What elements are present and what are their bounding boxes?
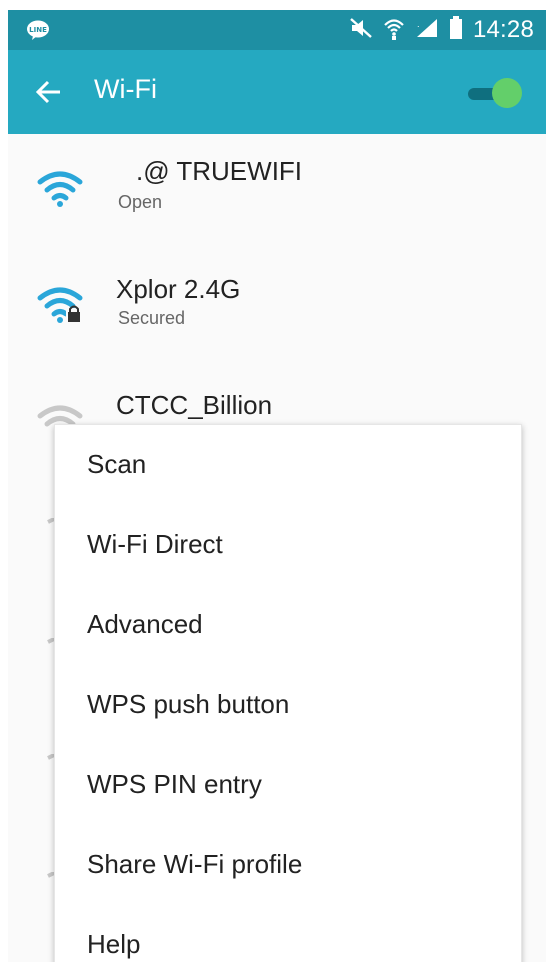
svg-text:LINE: LINE <box>29 26 47 34</box>
app-bar: Wi-Fi <box>8 50 546 134</box>
menu-item-label: WPS push button <box>87 689 290 719</box>
wifi-status-icon <box>383 16 405 45</box>
menu-item-label: Wi-Fi Direct <box>87 529 223 559</box>
menu-item-advanced[interactable]: Advanced <box>55 585 521 665</box>
status-icons: . 14:28 <box>349 15 534 45</box>
menu-item-help[interactable]: Help <box>55 905 521 962</box>
wifi-toggle[interactable] <box>468 76 524 110</box>
network-item[interactable]: Xplor 2.4G Secured <box>8 250 546 366</box>
line-icon: LINE <box>26 20 50 40</box>
arrow-left-icon <box>35 80 60 104</box>
network-name: Xplor 2.4G <box>116 274 241 304</box>
back-button[interactable] <box>34 76 66 108</box>
network-name: .@ TRUEWIFI <box>136 156 303 186</box>
menu-item-label: Help <box>87 929 141 959</box>
overflow-menu: Scan Wi-Fi Direct Advanced WPS push butt… <box>54 424 522 962</box>
device-frame: LINE . 14:28 Wi-Fi .@ TRUEWIFI Open Xplo… <box>0 0 546 962</box>
menu-item-scan[interactable]: Scan <box>55 425 521 505</box>
menu-item-label: WPS PIN entry <box>87 769 262 799</box>
wifi-open-icon <box>36 168 84 208</box>
menu-item-wps-push-button[interactable]: WPS push button <box>55 665 521 745</box>
status-time: 14:28 <box>472 16 534 43</box>
network-status: Open <box>118 192 163 212</box>
toggle-thumb <box>492 78 522 108</box>
menu-item-label: Scan <box>87 449 147 479</box>
menu-item-wps-pin-entry[interactable]: WPS PIN entry <box>55 745 521 825</box>
network-name: CTCC_Billion <box>116 390 273 420</box>
network-status: Secured <box>118 308 186 328</box>
page-title: Wi-Fi <box>94 74 157 104</box>
menu-item-label: Advanced <box>87 609 203 639</box>
battery-icon <box>449 15 463 45</box>
screen-border <box>0 0 8 962</box>
status-bar: LINE . 14:28 <box>8 10 546 50</box>
mute-icon <box>349 17 373 44</box>
signal-icon: . <box>415 17 439 44</box>
network-item[interactable]: .@ TRUEWIFI Open <box>8 134 546 250</box>
menu-item-label: Share Wi-Fi profile <box>87 849 303 879</box>
svg-text:.: . <box>417 20 420 29</box>
phone-screen: LINE . 14:28 Wi-Fi .@ TRUEWIFI Open Xplo… <box>8 10 546 962</box>
wifi-secured-icon <box>36 284 84 324</box>
menu-item-share-wifi-profile[interactable]: Share Wi-Fi profile <box>55 825 521 905</box>
menu-item-wifi-direct[interactable]: Wi-Fi Direct <box>55 505 521 585</box>
